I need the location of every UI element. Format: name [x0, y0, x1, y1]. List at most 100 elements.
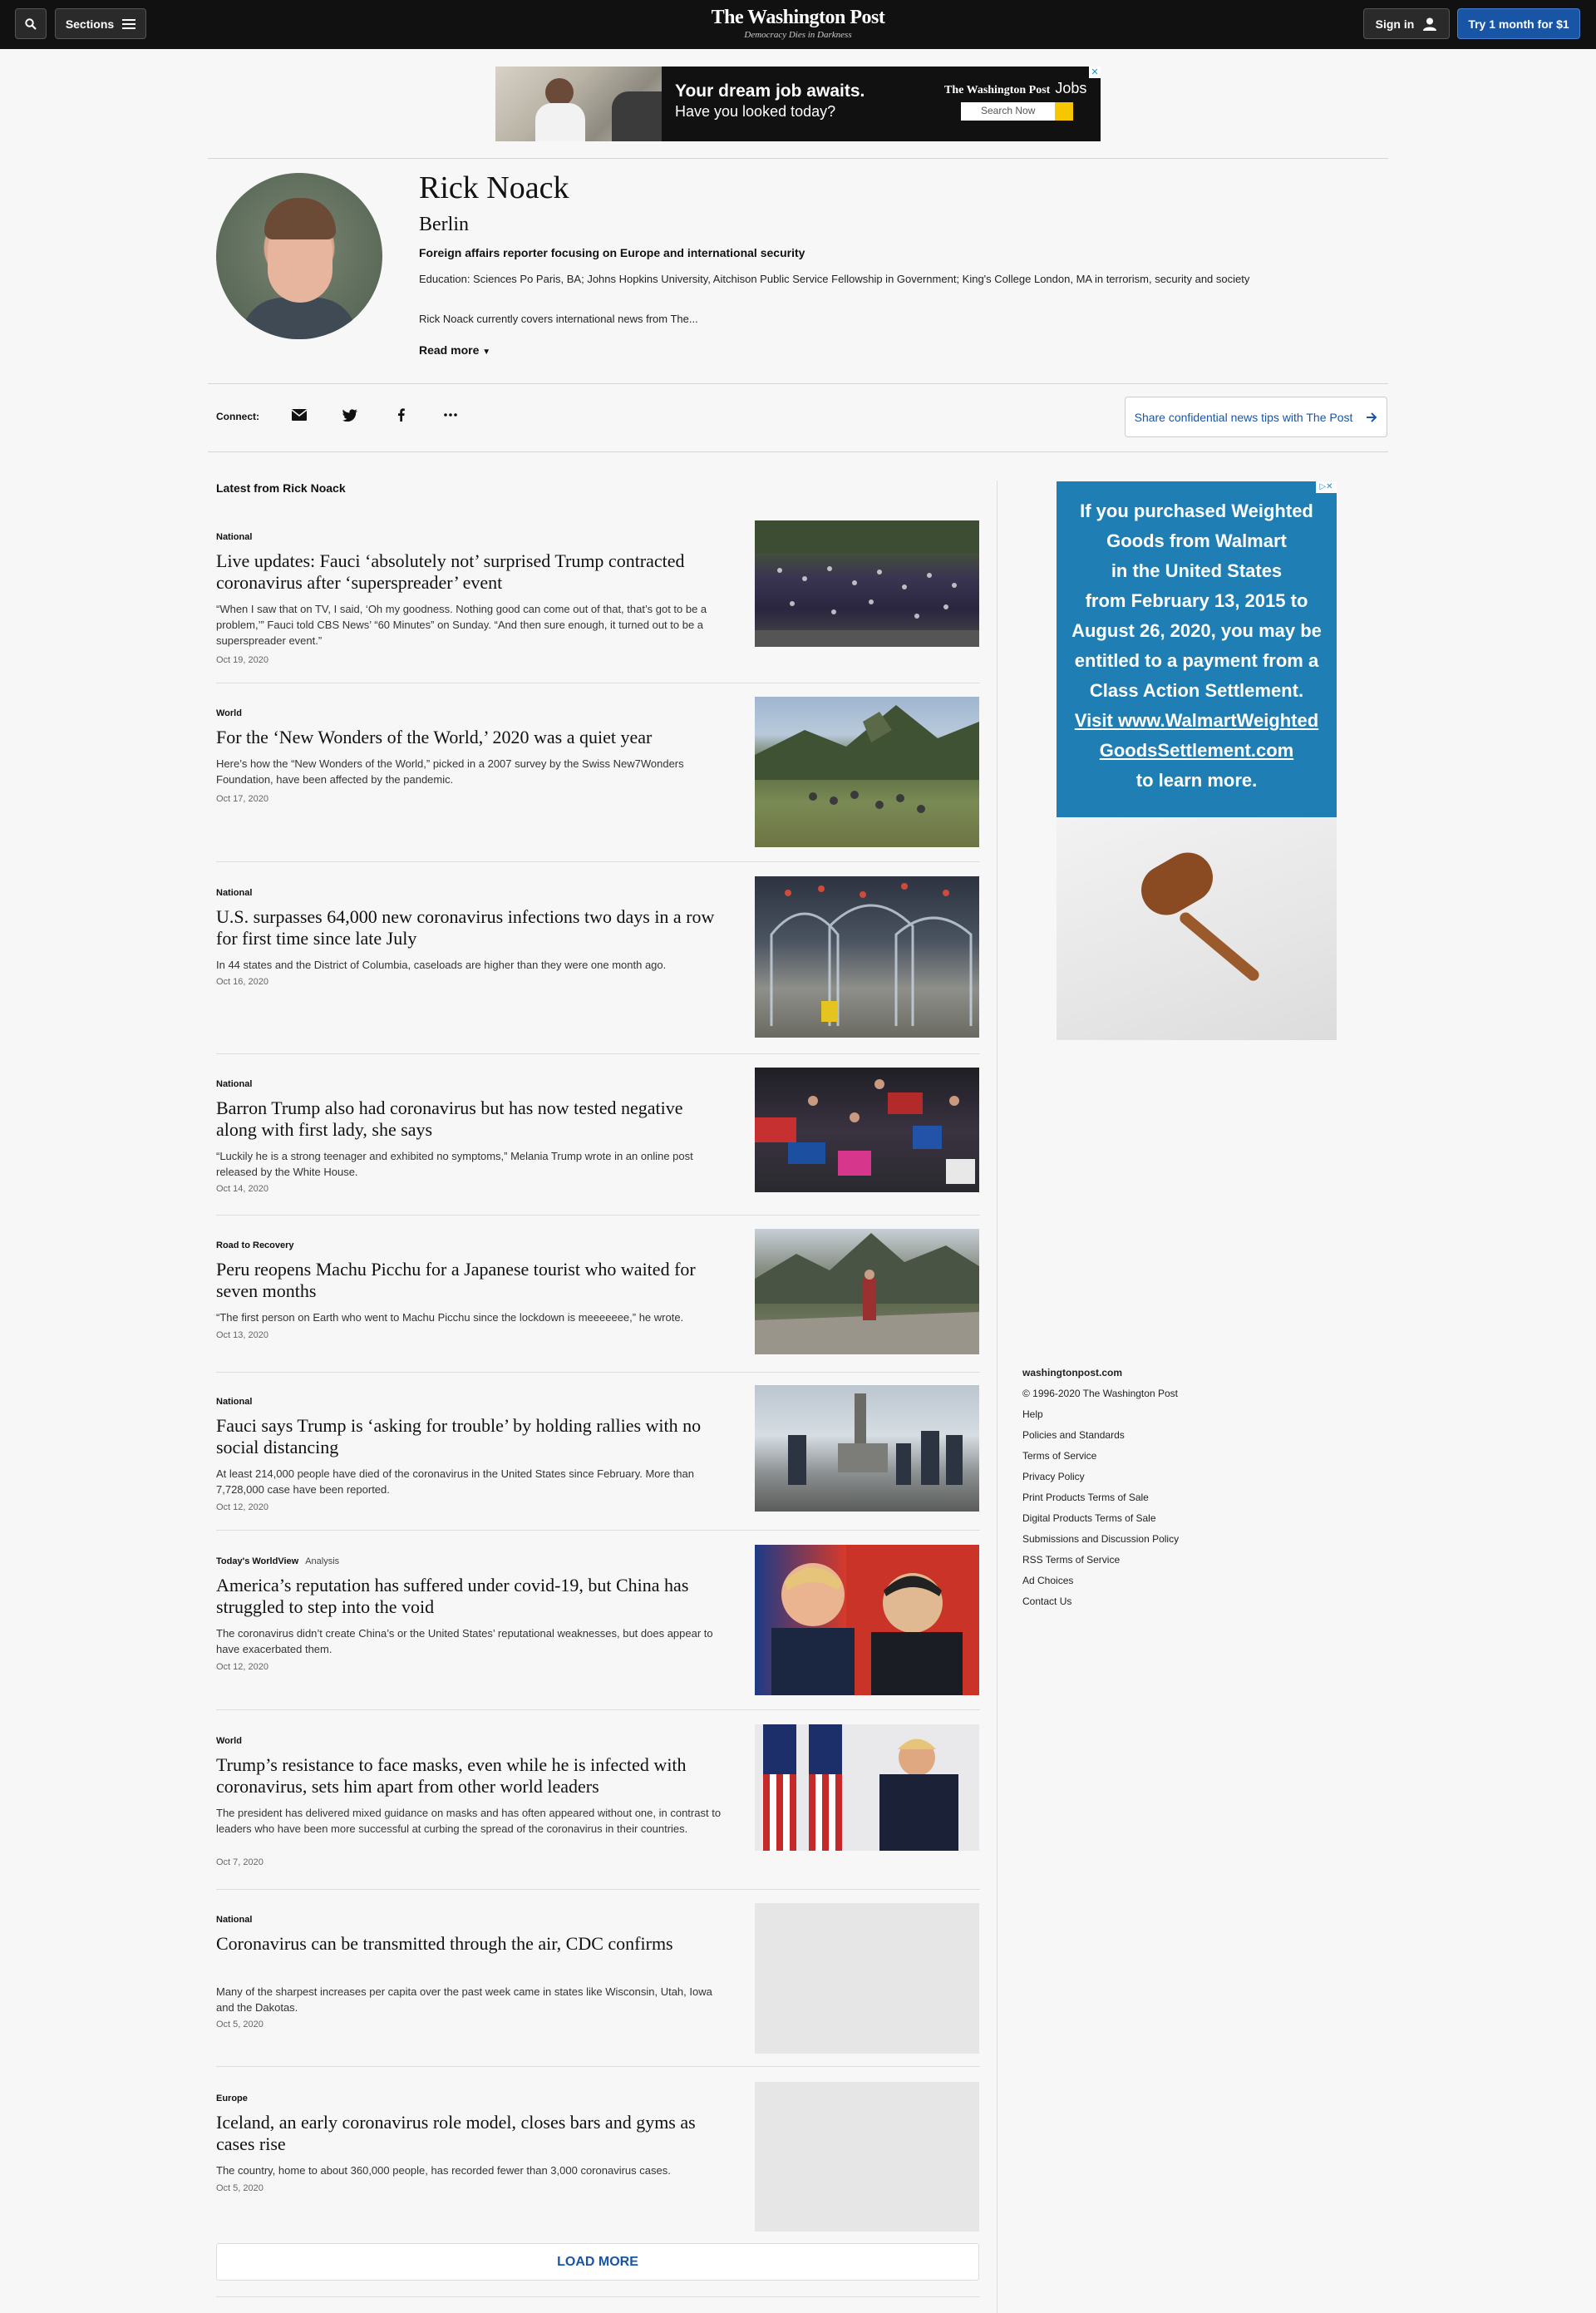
facebook-icon[interactable]	[392, 406, 410, 424]
article-item[interactable]: Today's WorldView Analysis America’s repu…	[216, 1545, 980, 1711]
ad-close-icon[interactable]: ✕	[1089, 67, 1101, 78]
article-item[interactable]: Road to Recovery Peru reopens Machu Picc…	[216, 1229, 980, 1358]
article-blurb: “Luckily he is a strong teenager and exh…	[216, 1150, 693, 1178]
article-headline[interactable]: Trump’s resistance to face masks, even w…	[216, 1754, 715, 1798]
divider	[208, 158, 1388, 159]
article-headline[interactable]: Coronavirus can be transmitted through t…	[216, 1933, 715, 1955]
brand-logo[interactable]: The Washington Post Democracy Dies in Da…	[0, 7, 1596, 40]
article-date: Oct 7, 2020	[216, 1857, 264, 1867]
article-item[interactable]: Europe Iceland, an early coronavirus rol…	[216, 2082, 980, 2232]
twitter-icon[interactable]	[341, 406, 359, 424]
top-banner-ad[interactable]: Your dream job awaits. Have you looked t…	[495, 67, 1101, 141]
footer-link-privacy[interactable]: Privacy Policy	[1022, 1471, 1179, 1492]
article-kicker[interactable]: World	[216, 1736, 242, 1746]
author-title: Foreign affairs reporter focusing on Eur…	[419, 246, 805, 259]
article-image[interactable]	[755, 1229, 979, 1354]
article-blurb: Many of the sharpest increases per capit…	[216, 1985, 712, 2014]
article-image-placeholder[interactable]	[755, 1903, 979, 2054]
article-date: Oct 16, 2020	[216, 977, 268, 987]
article-kicker[interactable]: Europe	[216, 2094, 248, 2103]
analysis-label: Analysis	[305, 1556, 340, 1566]
article-image-placeholder[interactable]	[755, 2082, 979, 2232]
article-blurb: The president has delivered mixed guidan…	[216, 1807, 722, 1835]
ad-headline: Your dream job awaits.	[675, 81, 865, 101]
brand-tagline: Democracy Dies in Darkness	[744, 30, 852, 40]
article-headline[interactable]: For the ‘New Wonders of the World,’ 2020…	[216, 727, 715, 748]
article-image[interactable]	[755, 876, 979, 1038]
author-bio: Rick Noack currently covers internationa…	[419, 313, 698, 325]
footer-link-contact[interactable]: Contact Us	[1022, 1595, 1179, 1616]
article-kicker[interactable]: National	[216, 1915, 252, 1925]
article-date: Oct 19, 2020	[216, 655, 268, 665]
author-name: Rick Noack	[419, 170, 569, 205]
article-headline[interactable]: Fauci says Trump is ‘asking for trouble’…	[216, 1415, 715, 1458]
load-more-button[interactable]: LOAD MORE	[216, 2243, 979, 2281]
sidebar-ad[interactable]: If you purchased Weighted Goods from Wal…	[1057, 481, 1337, 1040]
article-image[interactable]	[755, 1724, 979, 1851]
article-image[interactable]	[755, 1068, 979, 1192]
article-headline[interactable]: U.S. surpasses 64,000 new coronavirus in…	[216, 906, 715, 949]
article-item[interactable]: National Fauci says Trump is ‘asking for…	[216, 1385, 980, 1526]
article-kicker[interactable]: Today's WorldView Analysis	[216, 1556, 339, 1566]
share-tips-button[interactable]: Share confidential news tips with The Po…	[1125, 397, 1387, 437]
article-kicker[interactable]: National	[216, 888, 252, 898]
article-blurb: At least 214,000 people have died of the…	[216, 1467, 694, 1496]
connect-label: Connect:	[216, 411, 259, 422]
author-location: Berlin	[419, 214, 469, 235]
article-separator	[216, 2066, 980, 2067]
footer-link-policies[interactable]: Policies and Standards	[1022, 1429, 1179, 1450]
article-headline[interactable]: Iceland, an early coronavirus role model…	[216, 2112, 715, 2155]
more-icon[interactable]	[441, 406, 460, 424]
article-headline[interactable]: Barron Trump also had coronavirus but ha…	[216, 1097, 715, 1141]
footer-link-ad-choices[interactable]: Ad Choices	[1022, 1575, 1179, 1595]
article-headline[interactable]: America’s reputation has suffered under …	[216, 1575, 715, 1618]
article-item[interactable]: National Barron Trump also had coronavir…	[216, 1068, 980, 1201]
email-icon[interactable]	[290, 406, 308, 424]
article-headline[interactable]: Peru reopens Machu Picchu for a Japanese…	[216, 1259, 715, 1302]
footer-link-terms[interactable]: Terms of Service	[1022, 1450, 1179, 1471]
brand-name: The Washington Post	[711, 7, 885, 28]
article-item[interactable]: National U.S. surpasses 64,000 new coron…	[216, 876, 980, 1038]
article-blurb: “When I saw that on TV, I said, ‘Oh my g…	[216, 603, 707, 647]
author-avatar	[216, 173, 382, 339]
article-kicker[interactable]: Road to Recovery	[216, 1240, 294, 1250]
article-item[interactable]: National Coronavirus can be transmitted …	[216, 1903, 980, 2054]
article-separator	[216, 1709, 980, 1710]
footer-copyright: © 1996-2020 The Washington Post	[1022, 1388, 1178, 1399]
article-image[interactable]	[755, 1385, 979, 1512]
article-item[interactable]: National Live updates: Fauci ‘absolutely…	[216, 520, 980, 678]
article-image[interactable]	[755, 1545, 979, 1695]
article-date: Oct 17, 2020	[216, 794, 268, 804]
article-date: Oct 5, 2020	[216, 2020, 264, 2029]
article-item[interactable]: World For the ‘New Wonders of the World,…	[216, 697, 980, 847]
article-blurb: The country, home to about 360,000 peopl…	[216, 2164, 671, 2177]
article-separator	[216, 1530, 980, 1531]
gavel-image	[1057, 817, 1337, 1040]
article-date: Oct 13, 2020	[216, 1330, 268, 1340]
footer-link-help[interactable]: Help	[1022, 1408, 1179, 1429]
ad-search-button[interactable]: Search Now	[961, 102, 1086, 121]
footer-link-submissions[interactable]: Submissions and Discussion Policy	[1022, 1533, 1179, 1554]
article-kicker[interactable]: National	[216, 532, 252, 542]
sign-in-button[interactable]: Sign in	[1363, 8, 1450, 39]
footer-link-rss[interactable]: RSS Terms of Service	[1022, 1554, 1179, 1575]
article-blurb: In 44 states and the District of Columbi…	[216, 959, 667, 971]
article-headline[interactable]: Live updates: Fauci ‘absolutely not’ sur…	[216, 550, 715, 594]
read-more-button[interactable]: Read more ▼	[419, 343, 490, 357]
article-kicker[interactable]: National	[216, 1397, 252, 1407]
article-kicker[interactable]: National	[216, 1079, 252, 1089]
article-kicker[interactable]: World	[216, 708, 242, 718]
caret-down-icon: ▼	[482, 348, 491, 357]
footer-site[interactable]: washingtonpost.com	[1022, 1367, 1179, 1388]
divider	[208, 451, 1388, 452]
ad-choices-icon[interactable]: ▷✕	[1316, 481, 1337, 493]
user-icon	[1423, 17, 1437, 31]
article-image[interactable]	[755, 697, 979, 847]
footer-link-print-terms[interactable]: Print Products Terms of Sale	[1022, 1492, 1179, 1512]
article-image[interactable]	[755, 520, 979, 647]
footer: washingtonpost.com © 1996-2020 The Washi…	[1022, 1367, 1179, 1616]
article-item[interactable]: World Trump’s resistance to face masks, …	[216, 1724, 980, 1882]
article-blurb: Here’s how the “New Wonders of the World…	[216, 757, 684, 786]
subscribe-button[interactable]: Try 1 month for $1	[1457, 8, 1580, 39]
footer-link-digital-terms[interactable]: Digital Products Terms of Sale	[1022, 1512, 1179, 1533]
